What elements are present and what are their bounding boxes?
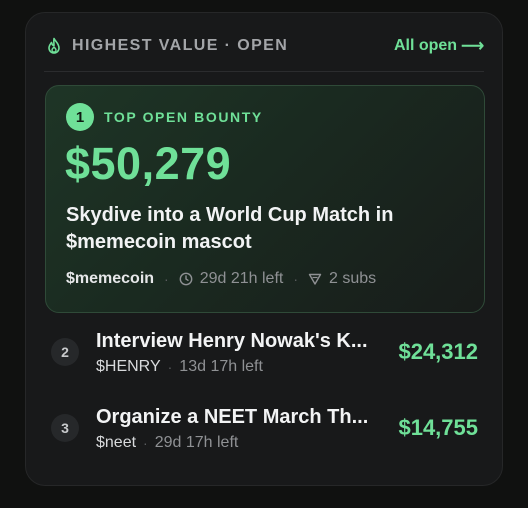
rank-badge: 2	[51, 338, 79, 366]
clock-icon	[179, 272, 193, 286]
bounty-meta: $neet · 29d 17h left	[96, 434, 376, 452]
card-header: HIGHEST VALUE · OPEN All open ⟶	[46, 35, 484, 57]
all-open-link[interactable]: All open ⟶	[394, 36, 484, 56]
top-bounty-title: Skydive into a World Cup Match in $memec…	[66, 204, 394, 253]
top-bounty-label: TOP OPEN BOUNTY	[104, 109, 263, 125]
subs-text: 2 subs	[329, 270, 377, 287]
bounty-row[interactable]: 3 Organize a NEET March Th... $neet · 29…	[45, 397, 485, 459]
bounty-info: Organize a NEET March Th... $neet · 29d …	[96, 404, 376, 452]
separator-dot: ·	[164, 271, 169, 287]
rank-badge: 3	[51, 414, 79, 442]
time-left-text: 13d 17h left	[179, 358, 263, 375]
ticker: $HENRY	[96, 358, 161, 375]
bounty-row[interactable]: 2 Interview Henry Nowak's K... $HENRY · …	[45, 321, 485, 383]
separator-dot: ·	[293, 271, 299, 287]
separator-dot: ·	[143, 435, 148, 451]
filter-icon	[308, 272, 322, 286]
bounty-meta: $HENRY · 13d 17h left	[96, 358, 376, 376]
time-left-text: 29d 17h left	[154, 434, 239, 451]
bounty-amount: $14,755	[398, 415, 478, 440]
bounty-amount: $24,312	[398, 339, 478, 364]
time-left: 29d 21h left	[179, 270, 284, 288]
header-divider	[44, 71, 484, 72]
bounty-info: Interview Henry Nowak's K... $HENRY · 13…	[96, 328, 376, 376]
top-bounty-amount: $50,279	[65, 138, 232, 189]
arrow-right-icon: ⟶	[461, 38, 484, 55]
top-bounty-meta: $memecoin · 29d 21h left · 2 subs	[66, 269, 376, 289]
ticker: $neet	[96, 434, 137, 451]
time-left-text: 29d 21h left	[199, 270, 284, 287]
rank-badge: 1	[66, 103, 94, 131]
subs-count: 2 subs	[308, 270, 376, 288]
all-open-label: All open	[393, 37, 458, 54]
card-title: HIGHEST VALUE · OPEN	[72, 37, 289, 54]
bounty-title: Interview Henry Nowak's K...	[96, 330, 368, 352]
highest-value-card: HIGHEST VALUE · OPEN All open ⟶ 1 TOP OP…	[25, 12, 503, 486]
ticker: $memecoin	[66, 270, 155, 287]
flame-icon	[46, 37, 62, 55]
separator-dot: ·	[167, 359, 173, 375]
top-bounty-card[interactable]: 1 TOP OPEN BOUNTY $50,279 Skydive into a…	[45, 85, 485, 313]
bounty-title: Organize a NEET March Th...	[96, 406, 369, 428]
header-left: HIGHEST VALUE · OPEN	[46, 37, 288, 55]
